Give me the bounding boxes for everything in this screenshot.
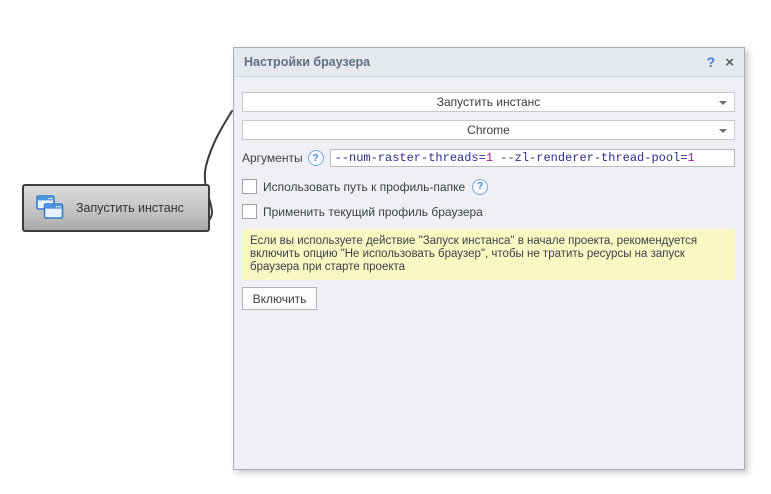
action-node-label: Запустить инстанс: [76, 201, 184, 215]
arguments-input[interactable]: --num-raster-threads=1 --zl-renderer-thr…: [330, 149, 735, 167]
arguments-row: Аргументы ? --num-raster-threads=1 --zl-…: [242, 149, 735, 167]
apply-current-profile-label[interactable]: Применить текущий профиль браузера: [263, 205, 483, 219]
apply-current-profile-checkbox[interactable]: [242, 204, 257, 219]
browser-select-value: Chrome: [243, 123, 734, 137]
apply-current-profile-row[interactable]: Применить текущий профиль браузера: [242, 204, 735, 219]
arguments-label: Аргументы: [242, 151, 303, 165]
action-select[interactable]: Запустить инстанс: [242, 92, 735, 112]
recommendation-info-box: Если вы используете действие "Запуск инс…: [242, 229, 735, 280]
dialog-titlebar: Настройки браузера ? ×: [234, 48, 744, 77]
workflow-canvas: Запустить инстанс Настройки браузера ? ×…: [0, 0, 771, 494]
dialog-title: Настройки браузера: [244, 55, 701, 69]
chevron-down-icon: [719, 129, 727, 133]
use-profile-path-checkbox[interactable]: [242, 179, 257, 194]
dialog-content: Запустить инстанс Chrome Аргументы ? --n…: [234, 77, 744, 310]
enable-button[interactable]: Включить: [242, 287, 317, 310]
use-profile-path-label[interactable]: Использовать путь к профиль-папке: [263, 180, 465, 194]
action-select-value: Запустить инстанс: [243, 95, 734, 109]
arguments-help-icon[interactable]: ?: [308, 150, 324, 166]
browser-select[interactable]: Chrome: [242, 120, 735, 140]
help-icon[interactable]: ?: [701, 54, 722, 70]
use-profile-path-help-icon[interactable]: ?: [472, 179, 488, 195]
action-node-launch-instance[interactable]: Запустить инстанс: [22, 184, 210, 232]
browser-settings-dialog: Настройки браузера ? × Запустить инстанс…: [233, 47, 745, 470]
browser-windows-icon: [36, 195, 64, 221]
use-profile-path-row[interactable]: Использовать путь к профиль-папке ?: [242, 179, 735, 194]
close-icon[interactable]: ×: [721, 54, 744, 71]
chevron-down-icon: [719, 101, 727, 105]
